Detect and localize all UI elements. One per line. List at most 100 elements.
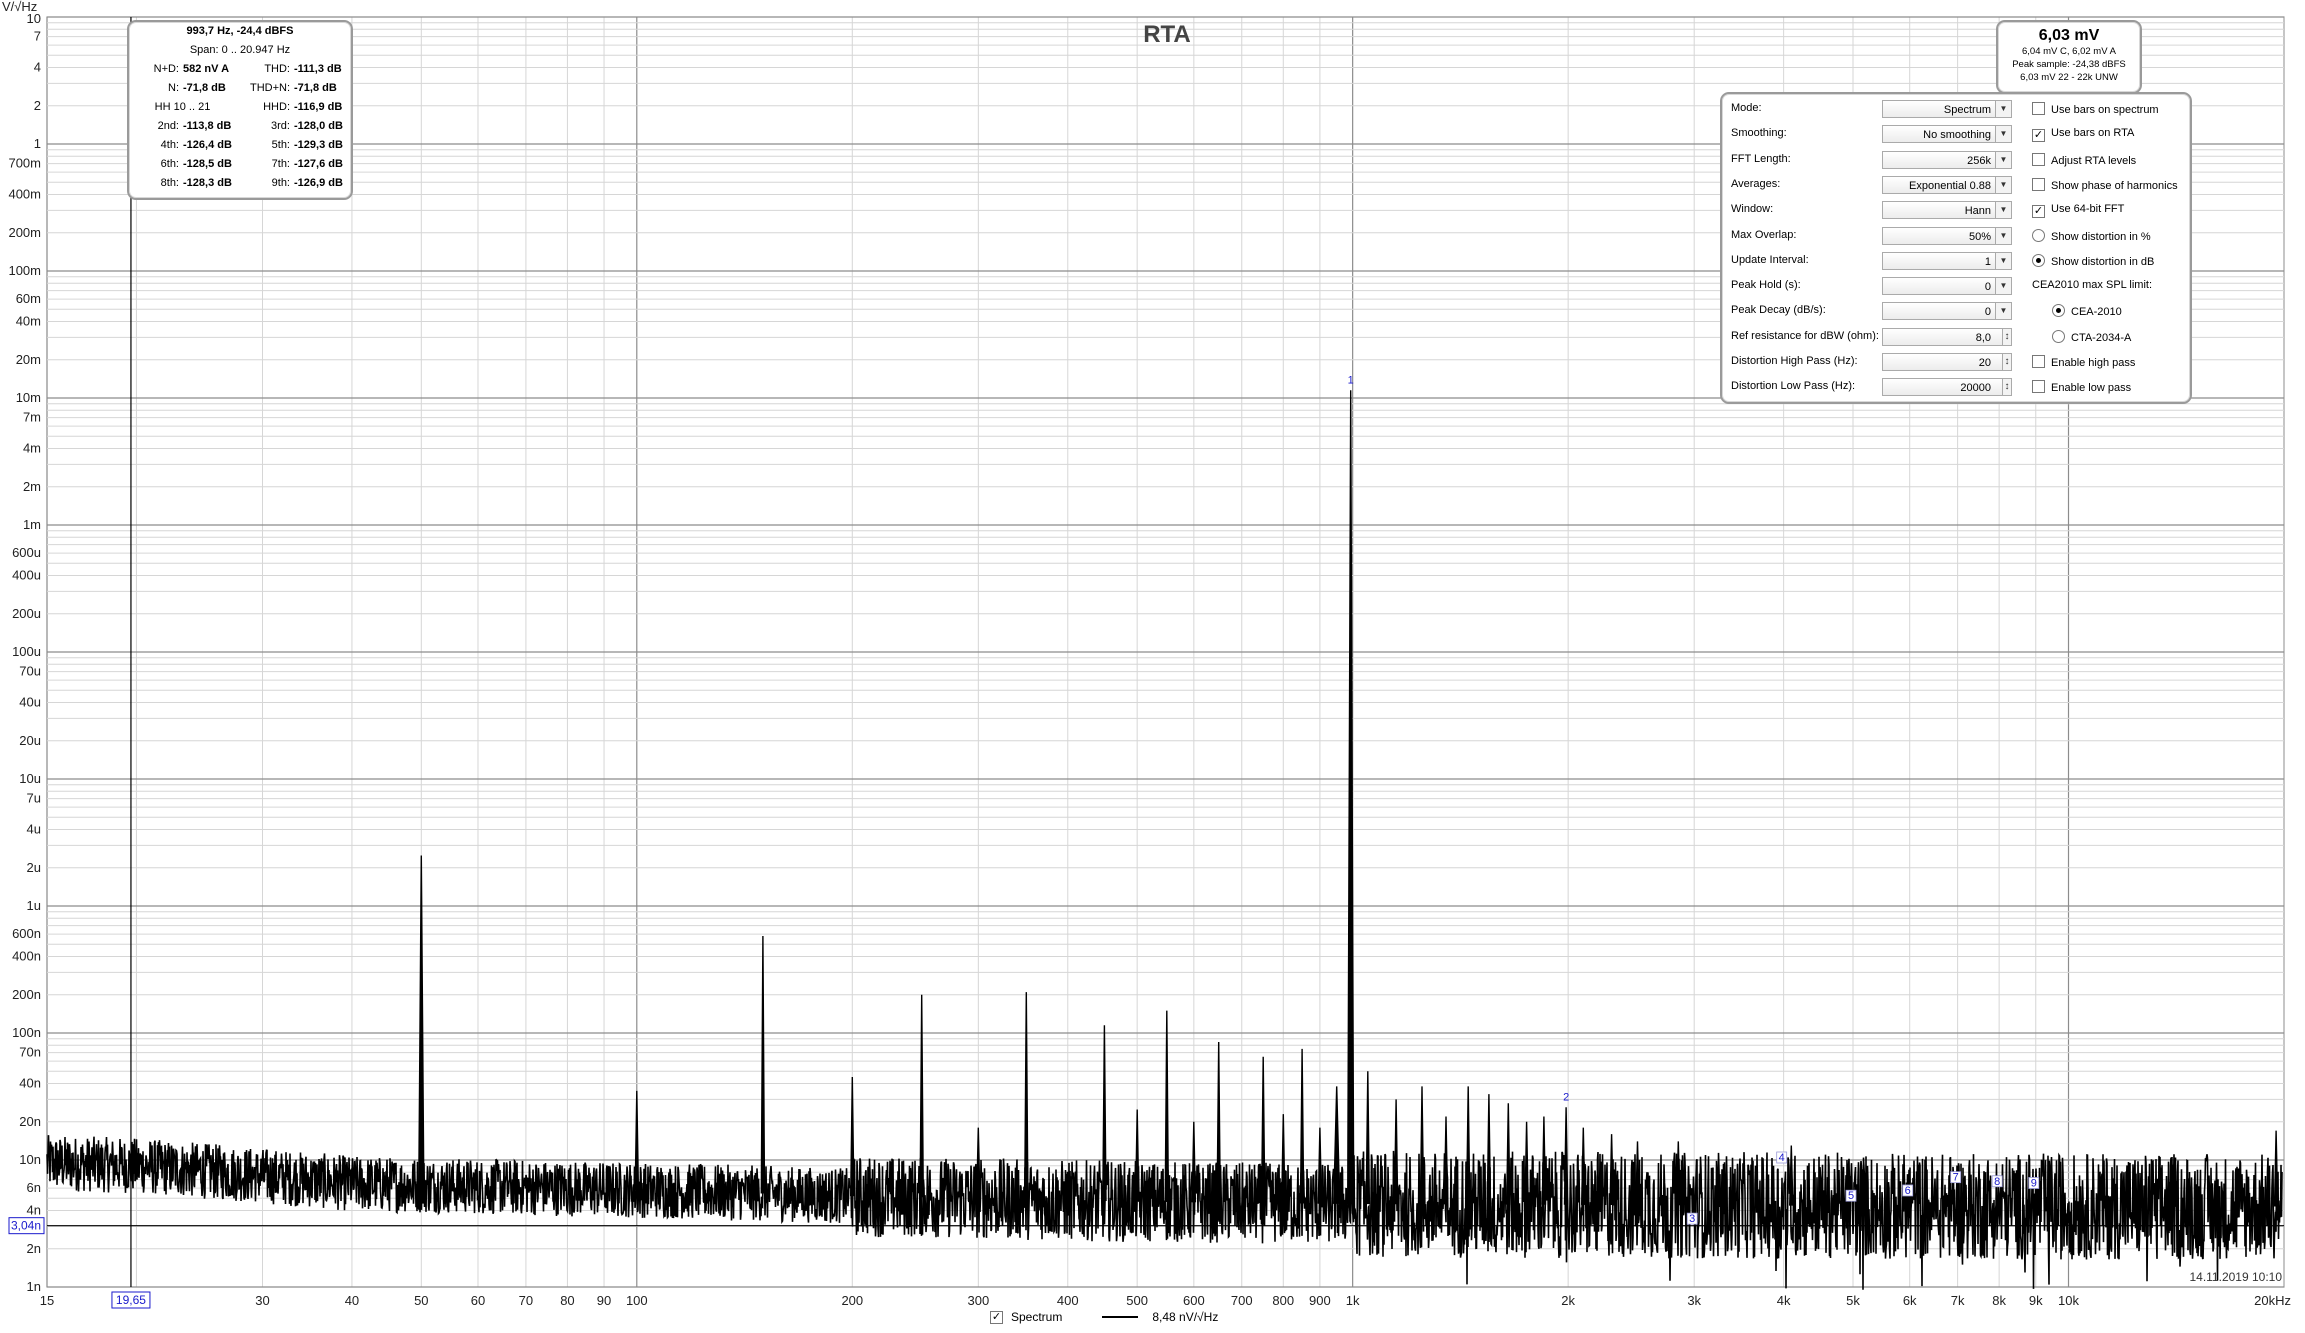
- stats-value: -71,8 dB: [183, 82, 226, 94]
- y-tick-label: 2m: [23, 479, 41, 494]
- harmonic-marker-label: 6: [1905, 1185, 1911, 1197]
- y-tick-label: 6n: [27, 1180, 41, 1195]
- settings-dropdown[interactable]: 1 ▼: [1882, 251, 2012, 270]
- stats-cell: 4th: -126,4 dB: [129, 136, 240, 155]
- spinner-arrows-icon[interactable]: ↕: [2002, 354, 2011, 370]
- settings-option-label: CEA-2010: [2071, 306, 2122, 319]
- chevron-down-icon[interactable]: ▼: [1995, 202, 2011, 219]
- checkbox-icon[interactable]: [2032, 355, 2045, 368]
- level-unweighted: 6,03 mV 22 - 22k UNW: [2020, 72, 2118, 83]
- settings-dropdown[interactable]: Hann ▼: [1882, 201, 2012, 220]
- settings-value: Hann: [1964, 205, 1991, 218]
- checkbox-icon[interactable]: [2032, 152, 2045, 166]
- settings-option[interactable]: Enable high pass: [2032, 355, 2135, 369]
- chevron-down-icon[interactable]: ▼: [1995, 151, 2011, 168]
- radio-icon[interactable]: [2032, 228, 2045, 242]
- settings-label: FFT Length:: [1731, 152, 1791, 165]
- chevron-down-icon[interactable]: ▼: [1995, 227, 2011, 244]
- y-tick-label: 400m: [8, 187, 41, 202]
- settings-option[interactable]: Show distortion in %: [2032, 228, 2151, 243]
- legend-readout: 8,48 nV/√Hz: [1152, 1310, 1219, 1324]
- rta-settings-panel[interactable]: Mode: Spectrum ▼ Use bars on spectrum Smooth…: [1720, 92, 2192, 404]
- settings-option-label: Enable low pass: [2051, 382, 2132, 395]
- stats-cell: THD+N: -71,8 dB: [240, 79, 351, 98]
- x-tick-label: 700: [1231, 1293, 1253, 1308]
- level-panel[interactable]: 6,03 mV 6,04 mV C, 6,02 mV A Peak sample…: [1996, 20, 2142, 94]
- settings-label: Ref resistance for dBW (ohm):: [1731, 329, 1879, 342]
- y-tick-label: 200u: [12, 606, 41, 621]
- x-tick-label: 30: [255, 1293, 269, 1308]
- x-tick-label: 80: [560, 1293, 574, 1308]
- stats-value: -126,9 dB: [294, 177, 343, 189]
- x-tick-label: 800: [1272, 1293, 1294, 1308]
- settings-option-label: Use bars on spectrum: [2051, 104, 2159, 116]
- checkbox-icon[interactable]: [2032, 177, 2045, 191]
- x-tick-label: 6k: [1903, 1293, 1917, 1308]
- spinner-arrows-icon[interactable]: ↕: [2002, 379, 2011, 396]
- settings-spinner[interactable]: 8,0 ↕: [1882, 327, 2012, 346]
- settings-option[interactable]: Adjust RTA levels: [2032, 152, 2136, 167]
- chevron-down-icon[interactable]: ▼: [1995, 303, 2011, 320]
- checkbox-icon[interactable]: [2032, 380, 2045, 394]
- chevron-down-icon[interactable]: ▼: [1995, 101, 2011, 117]
- harmonic-marker-label: 3: [1689, 1213, 1695, 1225]
- settings-value: Exponential 0.88: [1909, 179, 1991, 192]
- y-tick-label: 10m: [16, 390, 41, 405]
- settings-spinner[interactable]: 20000 ↕: [1882, 378, 2012, 397]
- settings-option[interactable]: Show phase of harmonics: [2032, 177, 2178, 192]
- settings-option[interactable]: ✓ Use bars on RTA: [2032, 127, 2135, 143]
- x-tick-label: 15: [40, 1293, 54, 1308]
- chevron-down-icon[interactable]: ▼: [1995, 252, 2011, 269]
- settings-dropdown[interactable]: 256k ▼: [1882, 150, 2012, 169]
- y-tick-label: 7: [34, 29, 41, 44]
- stats-key: N:: [168, 82, 179, 94]
- settings-option[interactable]: Use bars on spectrum: [2032, 102, 2159, 116]
- distortion-stats-panel[interactable]: 993,7 Hz, -24,4 dBFS Span: 0 .. 20.947 H…: [127, 20, 353, 200]
- settings-dropdown[interactable]: 50% ▼: [1882, 226, 2012, 245]
- settings-label: Averages:: [1731, 177, 1781, 190]
- settings-dropdown[interactable]: Exponential 0.88 ▼: [1882, 175, 2012, 194]
- settings-dropdown[interactable]: 0 ▼: [1882, 302, 2012, 321]
- settings-option[interactable]: ✓ Use 64-bit FFT: [2032, 203, 2124, 219]
- chevron-down-icon[interactable]: ▼: [1995, 278, 2011, 295]
- y-tick-label: 70u: [19, 664, 41, 679]
- settings-spinner[interactable]: 20 ↕: [1882, 353, 2012, 371]
- settings-option[interactable]: Enable low pass: [2032, 380, 2131, 394]
- stats-value: -116,9 dB: [294, 101, 343, 113]
- settings-label: Max Overlap:: [1731, 228, 1797, 241]
- level-main-value: 6,03 mV: [2038, 27, 2100, 44]
- x-tick-label: 400: [1057, 1293, 1079, 1308]
- spinner-arrows-icon[interactable]: ↕: [2002, 328, 2011, 345]
- settings-row: FFT Length: 256k ▼ Adjust RTA levels: [1722, 150, 2190, 172]
- checkbox-icon[interactable]: [2032, 102, 2045, 115]
- settings-row: Update Interval: 1 ▼ Show distortion in dB: [1722, 251, 2190, 273]
- settings-value: 20000: [1960, 382, 1991, 395]
- radio-icon[interactable]: [2052, 329, 2065, 343]
- settings-label: Distortion Low Pass (Hz):: [1731, 380, 1856, 393]
- x-tick-label: 8k: [1992, 1293, 2006, 1308]
- settings-dropdown[interactable]: Spectrum ▼: [1882, 100, 2012, 118]
- settings-value: 1: [1984, 255, 1991, 268]
- chevron-down-icon[interactable]: ▼: [1995, 126, 2011, 143]
- settings-dropdown[interactable]: 0 ▼: [1882, 277, 2012, 296]
- stats-value: -128,5 dB: [183, 158, 232, 170]
- stats-header: 993,7 Hz, -24,4 dBFS: [186, 25, 294, 37]
- y-tick-label: 20m: [16, 352, 41, 367]
- stats-key: 4th:: [160, 139, 179, 151]
- chevron-down-icon[interactable]: ▼: [1995, 176, 2011, 193]
- radio-icon[interactable]: [2052, 304, 2065, 318]
- settings-option-label: Use bars on RTA: [2051, 127, 2135, 140]
- cursor-y-readout: 3,04n: [11, 1219, 41, 1233]
- harmonic-marker-label: 2: [1563, 1091, 1569, 1103]
- checkbox-icon[interactable]: ✓: [2032, 129, 2045, 143]
- settings-option-label: Show distortion in dB: [2051, 255, 2155, 268]
- checkbox-icon[interactable]: ✓: [2032, 205, 2045, 219]
- radio-icon[interactable]: [2032, 253, 2045, 267]
- settings-option[interactable]: Show distortion in dB: [2032, 253, 2155, 268]
- settings-option[interactable]: CTA-2034-A: [2052, 329, 2131, 344]
- y-tick-label: 4: [34, 60, 41, 75]
- spectrum-checkbox[interactable]: ✓: [990, 1310, 1003, 1324]
- settings-dropdown[interactable]: No smoothing ▼: [1882, 125, 2012, 144]
- stats-row: 6th: -128,5 dB 7th: -127,6 dB: [129, 155, 351, 174]
- settings-option[interactable]: CEA-2010: [2052, 304, 2122, 318]
